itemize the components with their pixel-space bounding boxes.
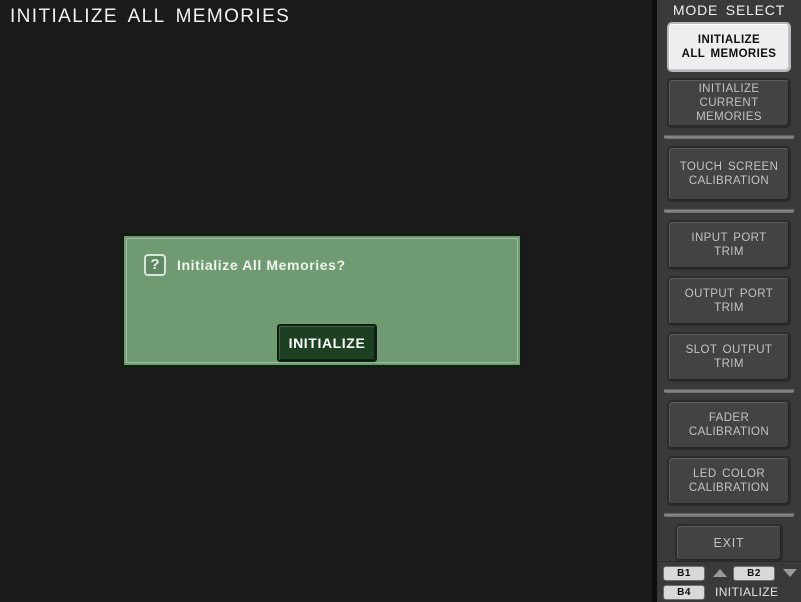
group-separator bbox=[664, 134, 794, 139]
mode-select-item-6[interactable]: SLOT OUTPUT TRIM bbox=[667, 332, 791, 382]
mode-select-item-label-line2: CURRENT MEMORIES bbox=[696, 97, 762, 123]
mode-select-item-label-line2: CALIBRATION bbox=[688, 426, 770, 438]
bank-row-bottom: B4 INITIALIZE bbox=[657, 583, 801, 601]
main-content-area: INITIALIZE ALL MEMORIES ? Initialize All… bbox=[0, 0, 652, 602]
mode-select-item-label-line2: TRIM bbox=[714, 246, 744, 258]
chevron-up-icon[interactable] bbox=[713, 569, 727, 577]
dialog-initialize-button[interactable]: INITIALIZE bbox=[277, 324, 377, 362]
bank-status-label: INITIALIZE bbox=[715, 585, 779, 599]
bank-button-b4[interactable]: B4 bbox=[663, 584, 705, 600]
page-title: INITIALIZE ALL MEMORIES bbox=[10, 6, 291, 27]
bank-button-b2[interactable]: B2 bbox=[733, 565, 775, 581]
mode-select-item-label-line1: LED COLOR bbox=[692, 468, 766, 480]
mode-select-item-label-line2: TRIM bbox=[714, 358, 744, 370]
mode-select-item-label-line1: INITIALIZE bbox=[698, 83, 760, 95]
bank-row-top: B1 B2 bbox=[657, 564, 801, 582]
mode-select-item-8[interactable]: LED COLOR CALIBRATION bbox=[667, 456, 791, 506]
mode-select-item-label-line1: FADER bbox=[708, 412, 750, 424]
mode-select-item-label-line2: TRIM bbox=[714, 302, 744, 314]
chevron-down-icon[interactable] bbox=[783, 569, 797, 577]
group-separator bbox=[664, 208, 794, 213]
bank-button-b1[interactable]: B1 bbox=[663, 565, 705, 581]
mode-select-item-7[interactable]: FADER CALIBRATION bbox=[667, 400, 791, 450]
mode-select-item-2[interactable]: INITIALIZE CURRENT MEMORIES bbox=[667, 78, 791, 128]
mode-select-item-5[interactable]: OUTPUT PORT TRIM bbox=[667, 276, 791, 326]
bank-strip: B1 B2 B4 INITIALIZE bbox=[657, 561, 801, 602]
mode-select-item-label-line1: SLOT OUTPUT bbox=[685, 344, 773, 356]
dialog-inner-frame: ? Initialize All Memories? INITIALIZE bbox=[126, 238, 518, 363]
dialog-message: Initialize All Memories? bbox=[177, 257, 346, 273]
mode-select-item-1[interactable]: INITIALIZE ALL MEMORIES bbox=[667, 22, 791, 72]
mode-select-item-label-line1: INITIALIZE bbox=[697, 34, 761, 46]
mode-select-item-label-line1: TOUCH SCREEN bbox=[679, 161, 779, 173]
mode-select-sidebar: MODE SELECT INITIALIZE ALL MEMORIES INITIA… bbox=[652, 0, 801, 602]
mode-select-item-4[interactable]: INPUT PORT TRIM bbox=[667, 220, 791, 270]
mode-select-item-label-line1: INPUT PORT bbox=[691, 232, 767, 244]
group-separator bbox=[664, 388, 794, 393]
question-mark-icon: ? bbox=[144, 254, 166, 276]
mode-select-item-label-line1: OUTPUT PORT bbox=[684, 288, 774, 300]
mode-select-item-label-line2: CALIBRATION bbox=[688, 482, 770, 494]
sidebar-header: MODE SELECT bbox=[672, 2, 786, 18]
group-separator bbox=[664, 512, 794, 517]
mode-select-item-label-line2: ALL MEMORIES bbox=[681, 48, 777, 60]
mode-select-item-3[interactable]: TOUCH SCREEN CALIBRATION bbox=[667, 146, 791, 202]
confirmation-dialog: ? Initialize All Memories? INITIALIZE bbox=[122, 234, 522, 367]
app-screen: INITIALIZE ALL MEMORIES ? Initialize All… bbox=[0, 0, 801, 602]
exit-button[interactable]: EXIT bbox=[675, 524, 783, 562]
mode-select-list: INITIALIZE ALL MEMORIES INITIALIZE CURRENT … bbox=[657, 22, 801, 562]
mode-select-item-label-line2: CALIBRATION bbox=[688, 175, 770, 187]
